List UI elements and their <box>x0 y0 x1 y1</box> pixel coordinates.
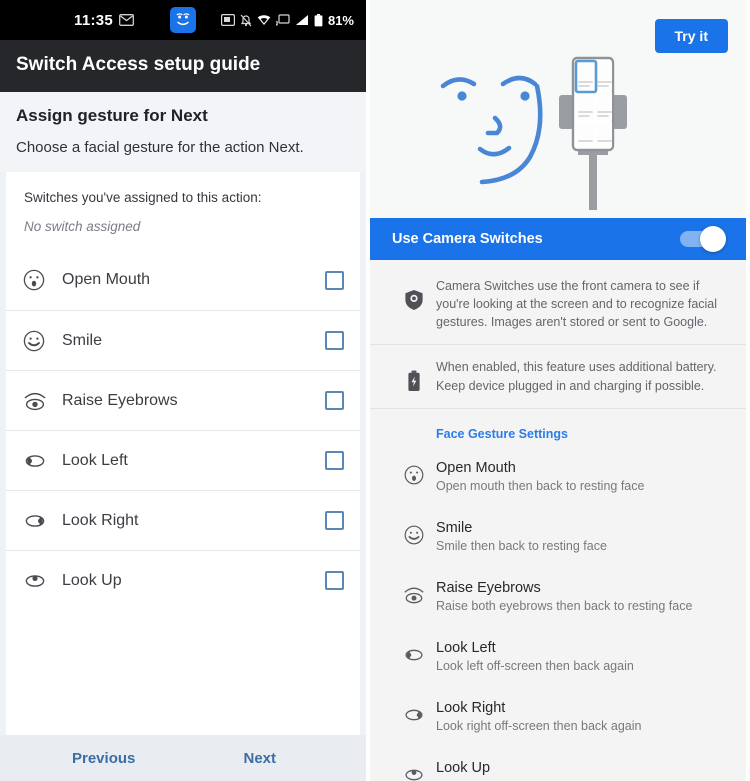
gesture-text: Look Up <box>436 759 724 781</box>
right-phone-screen: Try it Use Camera Switches Camera Switch… <box>370 0 746 781</box>
gesture-subtitle: Smile then back to resting face <box>436 538 607 553</box>
assigned-switches-card: Switches you've assigned to this action:… <box>6 172 360 250</box>
open-mouth-face-icon <box>392 459 436 495</box>
gesture-title: Look Up <box>436 759 491 776</box>
status-bar-left: 11:35 <box>74 12 134 29</box>
gesture-label: Look Left <box>62 451 128 469</box>
list-item[interactable]: Look Right <box>6 490 360 550</box>
list-item[interactable]: Smile <box>6 310 360 370</box>
look-right-eye-icon <box>392 699 436 735</box>
raise-eyebrows-eye-icon <box>392 579 436 615</box>
screenshot-icon <box>220 14 235 26</box>
gesture-label: Raise Eyebrows <box>62 391 178 409</box>
gesture-label: Look Right <box>62 511 139 529</box>
battery-icon <box>314 13 323 26</box>
look-up-eye-icon <box>392 759 436 781</box>
look-right-eye-icon <box>22 509 62 533</box>
face-gesture-settings-title: Face Gesture Settings <box>370 410 746 447</box>
gesture-checkbox[interactable] <box>325 331 344 350</box>
left-phone-screen: 11:35 81% Switch Access setup guide Assi… <box>0 0 370 781</box>
list-item[interactable]: Open Mouth Open mouth then back to resti… <box>370 447 746 507</box>
gesture-label: Smile <box>62 331 103 349</box>
toggle-label: Use Camera Switches <box>392 231 543 247</box>
list-item[interactable]: Open Mouth <box>6 250 360 310</box>
gesture-text: Smile Smile then back to resting face <box>436 519 724 555</box>
try-it-button[interactable]: Try it <box>654 19 728 53</box>
assigned-switches-label: Switches you've assigned to this action: <box>24 190 262 205</box>
info-section: Camera Switches use the front camera to … <box>370 260 746 411</box>
notifications-off-icon <box>240 14 252 26</box>
section-header: Assign gesture for Next Choose a facial … <box>0 92 366 172</box>
list-item[interactable]: Look Up <box>370 747 746 781</box>
info-row: When enabled, this feature uses addition… <box>370 345 746 405</box>
gesture-subtitle: Raise both eyebrows then back to resting… <box>436 598 693 613</box>
info-text: Camera Switches use the front camera to … <box>436 279 718 330</box>
face-badge-icon <box>170 7 197 33</box>
info-text: When enabled, this feature uses addition… <box>436 360 717 393</box>
app-bar-title: Switch Access setup guide <box>0 40 366 92</box>
next-button[interactable]: Next <box>243 750 276 767</box>
gesture-title: Look Left <box>436 639 496 656</box>
look-left-eye-icon <box>392 639 436 675</box>
gesture-label: Open Mouth <box>62 271 151 288</box>
gesture-checkbox[interactable] <box>325 451 344 470</box>
bottom-navigation: Previous Next <box>0 735 366 781</box>
toggle-knob <box>700 226 726 252</box>
camera-switches-toggle[interactable] <box>680 226 726 252</box>
look-up-eye-icon <box>22 569 62 593</box>
gesture-title: Open Mouth <box>436 459 516 476</box>
divider <box>370 407 746 409</box>
camera-privacy-shield-icon <box>392 277 436 331</box>
status-bar: 11:35 81% <box>0 0 366 40</box>
cast-icon <box>275 14 290 26</box>
gesture-title: Smile <box>436 519 473 536</box>
battery-charging-icon <box>392 358 436 394</box>
info-row: Camera Switches use the front camera to … <box>370 264 746 342</box>
gesture-text: Open Mouth Open mouth then back to resti… <box>436 459 724 495</box>
smile-face-icon <box>392 519 436 555</box>
list-empty-space <box>6 610 360 735</box>
list-item[interactable]: Smile Smile then back to resting face <box>370 507 746 567</box>
gesture-checkbox[interactable] <box>325 391 344 410</box>
section-subtitle: Choose a facial gesture for the action N… <box>16 139 304 156</box>
hero-illustration-area: Try it <box>370 0 746 218</box>
gesture-text: Look Left Look left off-screen then back… <box>436 639 724 675</box>
open-mouth-face-icon <box>22 268 62 292</box>
gesture-subtitle: Open mouth then back to resting face <box>436 478 645 493</box>
smile-face-icon <box>22 329 62 353</box>
list-item[interactable]: Look Up <box>6 550 360 610</box>
previous-button[interactable]: Previous <box>72 750 135 767</box>
face-gesture-settings-list: Open Mouth Open mouth then back to resti… <box>370 446 746 781</box>
gesture-label: Look Up <box>62 571 122 589</box>
battery-percent: 81% <box>327 12 354 28</box>
envelope-icon <box>119 14 134 26</box>
gesture-title: Raise Eyebrows <box>436 579 541 596</box>
list-item[interactable]: Look Right Look right off-screen then ba… <box>370 687 746 747</box>
gesture-subtitle: Look left off-screen then back again <box>436 658 634 673</box>
use-camera-switches-row[interactable]: Use Camera Switches <box>370 218 746 260</box>
list-item[interactable]: Raise Eyebrows Raise both eyebrows then … <box>370 567 746 627</box>
list-item[interactable]: Look Left Look left off-screen then back… <box>370 627 746 687</box>
gesture-checkbox[interactable] <box>325 571 344 590</box>
section-title: Assign gesture for Next <box>16 106 208 125</box>
gesture-title: Look Right <box>436 699 506 716</box>
phone-on-stand-icon <box>559 56 627 210</box>
gesture-text: Raise Eyebrows Raise both eyebrows then … <box>436 579 724 615</box>
gesture-checkbox[interactable] <box>325 511 344 530</box>
wifi-icon <box>257 15 271 25</box>
list-item[interactable]: Look Left <box>6 430 360 490</box>
raise-eyebrows-eye-icon <box>22 389 62 413</box>
list-item[interactable]: Raise Eyebrows <box>6 370 360 430</box>
status-bar-right: 81% <box>220 12 354 28</box>
gesture-checkbox-list: Open Mouth Smile Raise Eyebrows Look Lef… <box>6 250 360 610</box>
signal-icon <box>295 15 308 25</box>
assigned-switches-value: No switch assigned <box>24 219 141 234</box>
gesture-subtitle: Look right off-screen then back again <box>436 718 642 733</box>
dual-screenshot-container: 11:35 81% Switch Access setup guide Assi… <box>0 0 750 781</box>
gesture-text: Look Right Look right off-screen then ba… <box>436 699 724 735</box>
status-time: 11:35 <box>74 11 114 29</box>
gesture-checkbox[interactable] <box>325 270 344 290</box>
look-left-eye-icon <box>22 449 62 473</box>
